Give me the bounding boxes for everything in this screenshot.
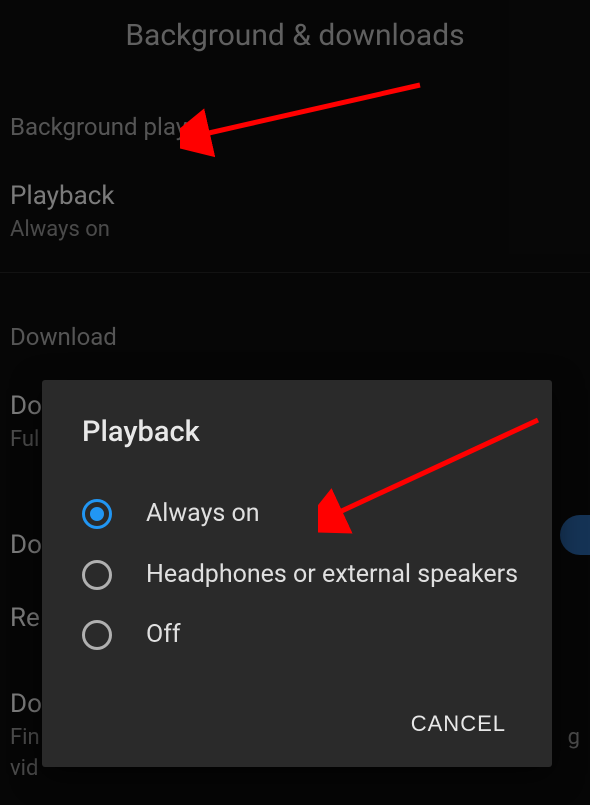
radio-option-off[interactable]: Off: [72, 605, 522, 666]
radio-option-always-on[interactable]: Always on: [72, 484, 522, 545]
radio-label: Headphones or external speakers: [146, 559, 518, 592]
dialog-title: Playback: [72, 415, 522, 449]
radio-icon: [82, 499, 112, 529]
radio-icon: [82, 560, 112, 590]
radio-option-headphones[interactable]: Headphones or external speakers: [72, 545, 522, 606]
cancel-button[interactable]: CANCEL: [395, 701, 522, 747]
radio-icon: [82, 620, 112, 650]
radio-label: Always on: [146, 498, 260, 531]
radio-label: Off: [146, 619, 181, 652]
dialog-actions: CANCEL: [72, 701, 522, 747]
playback-dialog: Playback Always on Headphones or externa…: [42, 380, 552, 767]
